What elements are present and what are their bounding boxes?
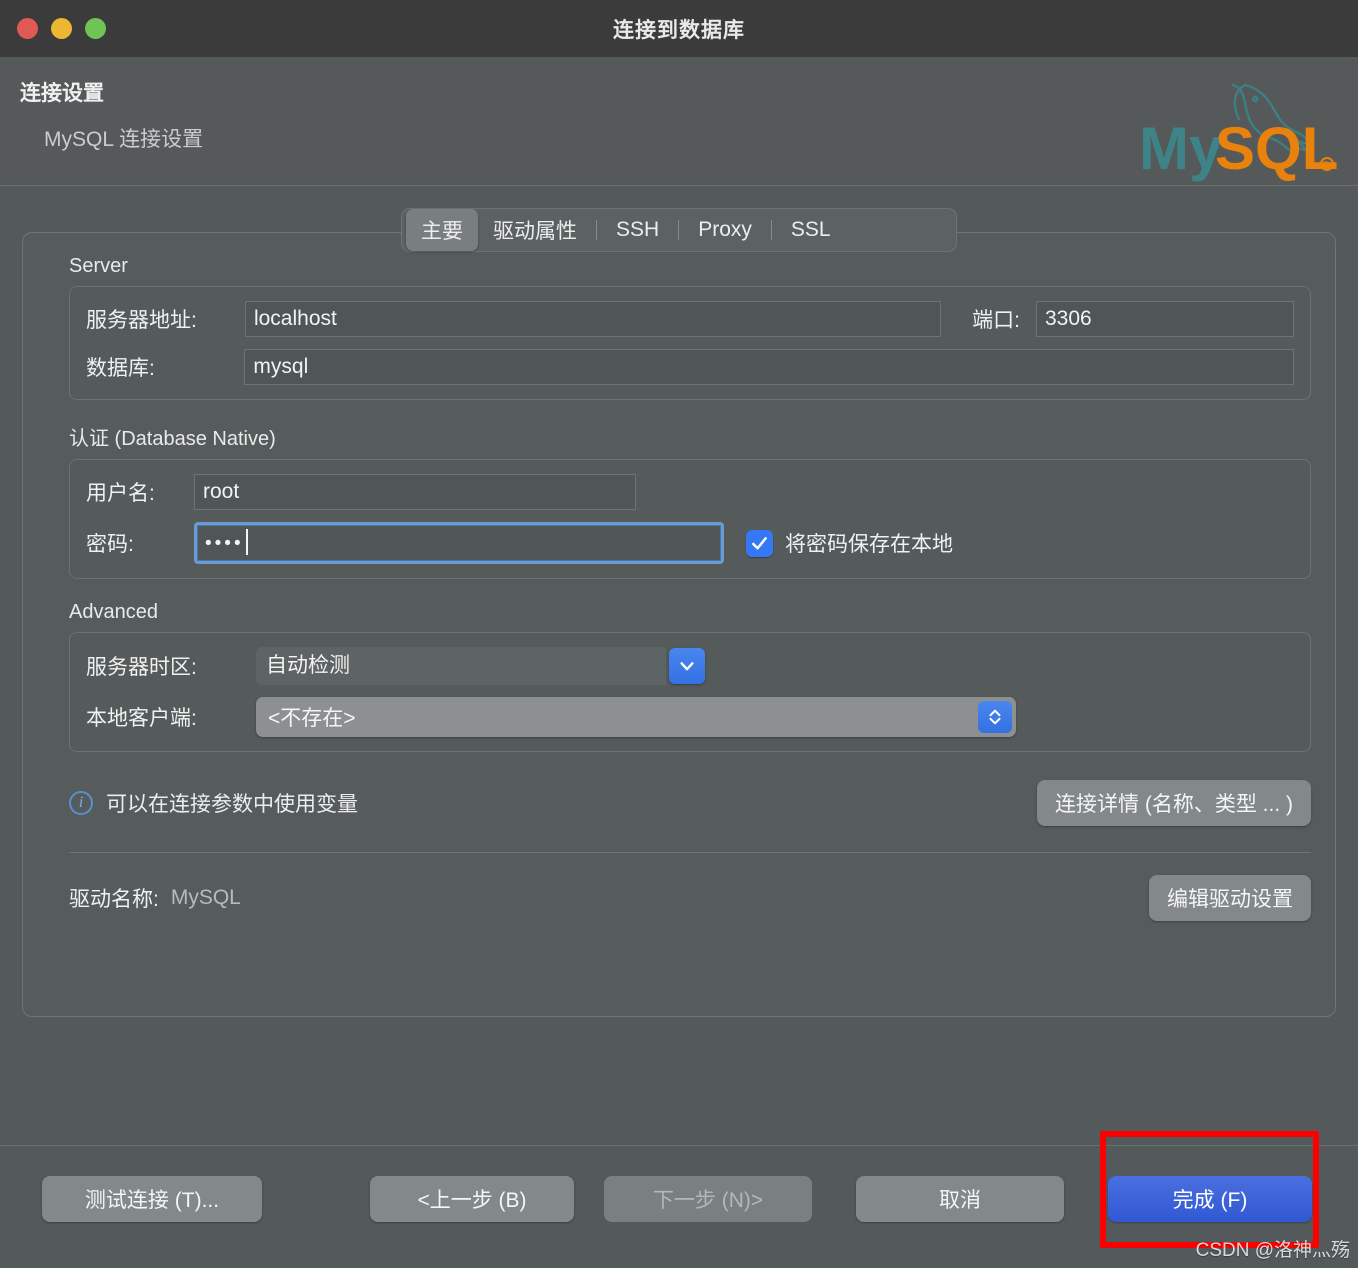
local-client-popup-button[interactable]: <不存在>: [256, 697, 1016, 737]
timezone-value: 自动检测: [256, 647, 666, 685]
test-connection-button[interactable]: 测试连接 (T)...: [42, 1176, 262, 1222]
svg-text:SQL: SQL: [1215, 115, 1338, 182]
driver-name-value: MySQL: [170, 886, 241, 909]
svg-text:My: My: [1139, 115, 1223, 182]
panel-divider: [69, 852, 1311, 853]
main-settings-panel: Server 服务器地址: 端口: 数据库: 认证 (Database Nati…: [22, 232, 1336, 1017]
auth-group-box: 用户名: 密码: •••• 将密码保存在本地: [69, 459, 1311, 579]
username-label: 用户名:: [86, 482, 155, 505]
timezone-combobox[interactable]: 自动检测: [256, 647, 705, 685]
local-client-value: <不存在>: [268, 707, 356, 730]
save-password-checkbox[interactable]: [746, 529, 773, 557]
window-title-bar: 连接到数据库: [0, 0, 1358, 57]
password-input[interactable]: ••••: [194, 522, 724, 564]
host-port-row: 服务器地址: 端口:: [86, 301, 1294, 337]
cancel-button[interactable]: 取消: [856, 1176, 1064, 1222]
password-row: 密码: •••• 将密码保存在本地: [86, 522, 1294, 564]
tab-separator: [770, 220, 772, 240]
watermark-text: CSDN @洛神灬殇: [1195, 1240, 1350, 1261]
text-caret: [245, 529, 248, 555]
info-circle-icon: i: [69, 791, 93, 815]
timezone-label: 服务器时区:: [86, 656, 197, 679]
password-masked-value: ••••: [205, 533, 244, 554]
tab-ssl[interactable]: SSL: [776, 212, 846, 248]
tab-separator: [678, 220, 680, 240]
driver-name-label: 驱动名称:: [69, 888, 159, 911]
save-password-checkbox-row[interactable]: 将密码保存在本地: [746, 528, 953, 558]
auth-group-title: 认证 (Database Native): [69, 428, 276, 450]
page-title: 连接设置: [20, 82, 104, 105]
save-password-label: 将密码保存在本地: [785, 533, 953, 556]
chevron-up-down-icon[interactable]: [978, 701, 1012, 733]
tab-driver-properties[interactable]: 驱动属性: [478, 209, 592, 251]
finish-button[interactable]: 完成 (F): [1108, 1176, 1312, 1222]
tab-separator: [596, 220, 597, 240]
tab-proxy[interactable]: Proxy: [683, 212, 767, 248]
database-row: 数据库:: [86, 349, 1294, 385]
advanced-group-box: 服务器时区: 自动检测 本地客户端: <不存在>: [69, 632, 1311, 752]
server-group-box: 服务器地址: 端口: 数据库:: [69, 286, 1311, 400]
server-group-title: Server: [69, 255, 128, 277]
database-input[interactable]: [244, 349, 1294, 385]
page-subtitle: MySQL 连接设置: [44, 128, 204, 151]
connection-details-button[interactable]: 连接详情 (名称、类型 ... ): [1037, 780, 1311, 826]
mysql-logo: My SQL R: [1139, 83, 1338, 182]
username-row: 用户名:: [86, 474, 1294, 510]
back-button[interactable]: <上一步 (B): [370, 1176, 574, 1222]
timezone-row: 服务器时区: 自动检测: [86, 647, 1294, 685]
local-client-row: 本地客户端: <不存在>: [86, 697, 1294, 737]
advanced-group-title: Advanced: [69, 601, 158, 623]
dialog-header: 连接设置 MySQL 连接设置 My SQL R: [0, 57, 1358, 186]
host-label: 服务器地址:: [86, 309, 197, 332]
edit-driver-settings-button[interactable]: 编辑驱动设置: [1149, 875, 1311, 921]
port-label: 端口:: [972, 309, 1020, 332]
host-input[interactable]: [244, 301, 941, 337]
info-text: 可以在连接参数中使用变量: [106, 793, 358, 816]
chevron-down-icon[interactable]: [669, 648, 705, 684]
tab-main[interactable]: 主要: [406, 209, 478, 251]
database-label: 数据库:: [86, 357, 155, 380]
dialog-button-bar: 测试连接 (T)... <上一步 (B) 下一步 (N)> 取消 完成 (F): [0, 1146, 1358, 1268]
username-input[interactable]: [194, 474, 636, 510]
tab-ssh[interactable]: SSH: [601, 212, 674, 248]
next-button[interactable]: 下一步 (N)>: [604, 1176, 812, 1222]
svg-text:R: R: [1323, 160, 1330, 170]
settings-tab-bar[interactable]: 主要 驱动属性 SSH Proxy SSL: [401, 208, 957, 252]
local-client-label: 本地客户端:: [86, 707, 197, 730]
password-label: 密码:: [86, 533, 134, 556]
info-and-details-row: i 可以在连接参数中使用变量 连接详情 (名称、类型 ... ): [69, 780, 1311, 826]
driver-row: 驱动名称: MySQL 编辑驱动设置: [69, 875, 1311, 921]
window-title: 连接到数据库: [613, 18, 745, 42]
port-input[interactable]: [1036, 301, 1294, 337]
checkmark-icon: [752, 536, 767, 549]
